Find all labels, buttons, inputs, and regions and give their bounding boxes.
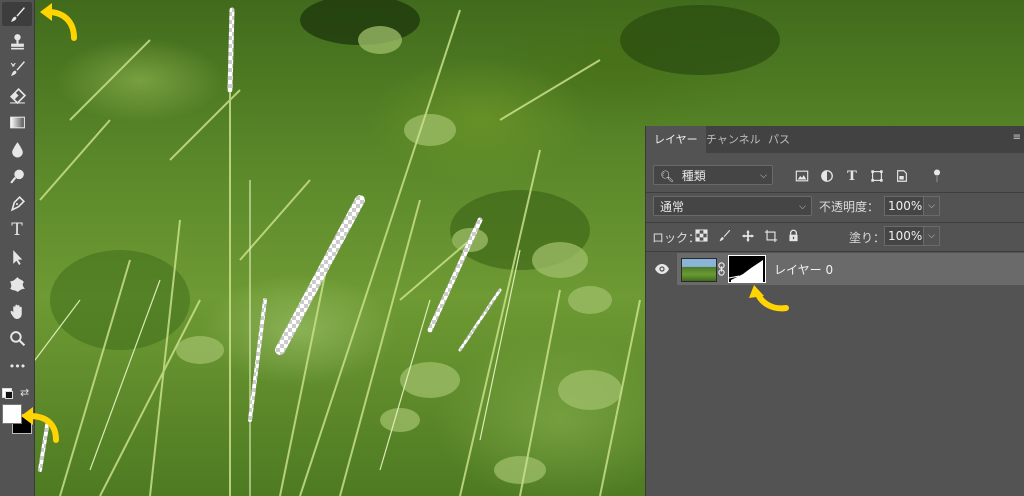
- layer-mask-thumbnail[interactable]: [728, 255, 766, 283]
- path-selection-tool[interactable]: [2, 245, 32, 269]
- annotation-arrow-swatches: [21, 407, 59, 443]
- opacity-input[interactable]: 100%: [884, 196, 924, 216]
- brush-icon: [10, 6, 25, 22]
- link-icon[interactable]: [718, 262, 725, 279]
- blend-mode-select[interactable]: 通常 ⌵: [653, 196, 812, 216]
- ellipsis-icon: •••: [8, 359, 26, 373]
- eraser-tool[interactable]: [2, 83, 32, 107]
- lock-label: ロック：: [652, 231, 701, 245]
- fill-label: 塗り：: [849, 231, 886, 245]
- hand-icon: [10, 304, 22, 319]
- lock-transparent-pixels-icon[interactable]: [694, 228, 709, 243]
- opacity-label: 不透明度：: [819, 200, 880, 214]
- panel-menu-icon[interactable]: ≡: [1013, 132, 1021, 143]
- brush-tool[interactable]: [2, 2, 32, 26]
- pixel-filter-icon[interactable]: [794, 168, 810, 184]
- smart-object-filter-icon[interactable]: [894, 168, 910, 184]
- dodge-tool[interactable]: [2, 164, 32, 188]
- custom-shape-tool[interactable]: [2, 272, 32, 296]
- shape-filter-icon[interactable]: [869, 168, 885, 184]
- eraser-icon: [9, 87, 26, 104]
- search-icon: 🔍︎: [660, 170, 674, 183]
- gradient-icon: [9, 116, 25, 128]
- tab-layers[interactable]: レイヤー: [646, 126, 706, 153]
- layer-name: レイヤー 0: [774, 263, 834, 277]
- zoom-tool[interactable]: [2, 326, 32, 350]
- panel-tabs: レイヤー チャンネル パス ≡: [646, 126, 1024, 153]
- chevron-down-icon: ⌵: [799, 202, 806, 212]
- pen-tool[interactable]: [2, 191, 32, 215]
- annotation-arrow-mask: [749, 285, 789, 312]
- gradient-tool[interactable]: [2, 110, 32, 134]
- adjustment-filter-icon[interactable]: [819, 168, 835, 184]
- swap-colors-icon[interactable]: ⇄: [20, 386, 29, 399]
- layer-thumbnail[interactable]: [681, 258, 717, 282]
- history-brush-icon: [10, 60, 25, 76]
- clone-stamp-tool[interactable]: [2, 29, 32, 53]
- divider: [646, 222, 1024, 223]
- lock-image-pixels-icon[interactable]: [717, 228, 732, 243]
- dodge-icon: [9, 169, 24, 184]
- chevron-down-icon: ⌵: [760, 171, 767, 181]
- lock-artboard-icon[interactable]: [763, 228, 778, 243]
- tab-paths[interactable]: パス: [760, 126, 798, 153]
- history-brush-tool[interactable]: [2, 56, 32, 80]
- stamp-icon: [10, 33, 24, 49]
- fill-dropdown-button[interactable]: ⌵: [924, 226, 940, 246]
- eye-icon[interactable]: [654, 261, 670, 277]
- more-tools[interactable]: •••: [2, 354, 32, 378]
- lock-position-icon[interactable]: [740, 228, 755, 243]
- filter-toggle-icon[interactable]: [929, 168, 945, 184]
- zoom-icon: [9, 330, 25, 346]
- layer-filter-select[interactable]: 🔍︎ 種類 ⌵: [653, 165, 773, 185]
- blur-tool[interactable]: [2, 137, 32, 161]
- type-icon: T: [11, 220, 23, 240]
- opacity-dropdown-button[interactable]: ⌵: [924, 196, 940, 216]
- pen-icon: [10, 195, 25, 211]
- layers-panel: レイヤー チャンネル パス ≡ 🔍︎ 種類 ⌵ T 通常 ⌵ 不透明度： 100…: [645, 126, 1024, 496]
- default-colors-icon-back: [5, 391, 13, 399]
- type-tool[interactable]: T: [2, 218, 32, 242]
- divider: [646, 251, 1024, 252]
- layer-row[interactable]: レイヤー 0: [646, 253, 1024, 285]
- divider: [646, 192, 1024, 193]
- annotation-arrow-brush: [40, 3, 77, 41]
- hand-tool[interactable]: [2, 299, 32, 323]
- arrow-cursor-icon: [12, 249, 22, 265]
- blend-mode-value: 通常: [660, 200, 685, 214]
- shape-icon: [9, 276, 25, 292]
- filter-kind-value: 種類: [681, 169, 706, 183]
- tab-channels[interactable]: チャンネル: [698, 126, 769, 153]
- lock-all-icon[interactable]: [786, 228, 801, 243]
- droplet-icon: [11, 141, 23, 157]
- fill-input[interactable]: 100%: [884, 226, 924, 246]
- type-filter-icon[interactable]: T: [844, 168, 860, 184]
